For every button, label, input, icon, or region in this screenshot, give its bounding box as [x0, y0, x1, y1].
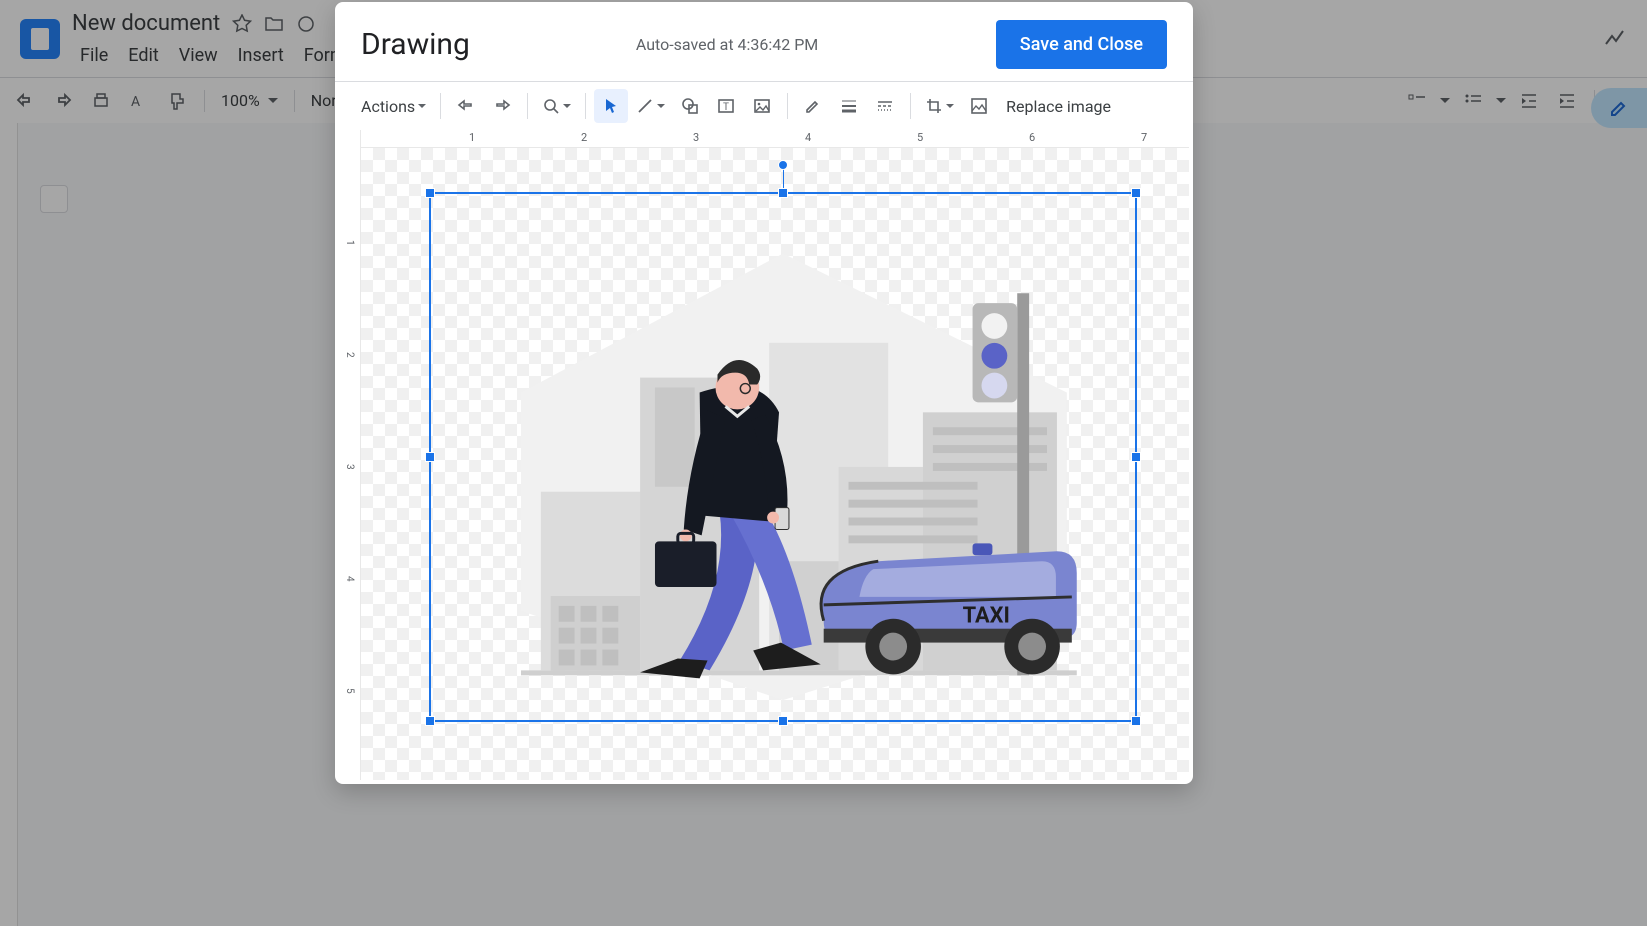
- dialog-title: Drawing: [361, 27, 470, 62]
- taxi-label: TAXI: [963, 604, 1010, 629]
- svg-text:T: T: [723, 102, 729, 113]
- textbox-tool-button[interactable]: T: [709, 89, 743, 123]
- replace-image-button[interactable]: Replace image: [998, 89, 1119, 123]
- select-tool-button[interactable]: [594, 89, 628, 123]
- drawing-dialog: Drawing Auto-saved at 4:36:42 PM Save an…: [335, 2, 1193, 784]
- mask-image-button[interactable]: [962, 89, 996, 123]
- border-weight-button[interactable]: [832, 89, 866, 123]
- drawing-toolbar: Actions T Replace image: [335, 82, 1193, 130]
- horizontal-ruler: 1 2 3 4 5 6 7: [361, 130, 1189, 148]
- redo-button[interactable]: [485, 89, 519, 123]
- canvas-wrap: 1 2 3 4 5 1 2 3 4 5 6 7: [335, 130, 1193, 784]
- drawing-canvas[interactable]: TAXI: [361, 148, 1189, 780]
- actions-menu-button[interactable]: Actions: [355, 89, 432, 123]
- vertical-ruler: 1 2 3 4 5: [339, 130, 361, 780]
- zoom-tool-button[interactable]: [536, 89, 577, 123]
- dialog-header: Drawing Auto-saved at 4:36:42 PM Save an…: [335, 2, 1193, 81]
- border-color-button[interactable]: [796, 89, 830, 123]
- undo-button[interactable]: [449, 89, 483, 123]
- autosave-status: Auto-saved at 4:36:42 PM: [636, 35, 818, 54]
- crop-button[interactable]: [919, 89, 960, 123]
- image-tool-button[interactable]: [745, 89, 779, 123]
- shape-tool-button[interactable]: [673, 89, 707, 123]
- line-tool-button[interactable]: [630, 89, 671, 123]
- selection-box[interactable]: TAXI: [429, 192, 1137, 722]
- border-dash-button[interactable]: [868, 89, 902, 123]
- rotate-handle[interactable]: [778, 160, 788, 170]
- save-and-close-button[interactable]: Save and Close: [996, 20, 1167, 69]
- inserted-image[interactable]: TAXI: [431, 194, 1135, 720]
